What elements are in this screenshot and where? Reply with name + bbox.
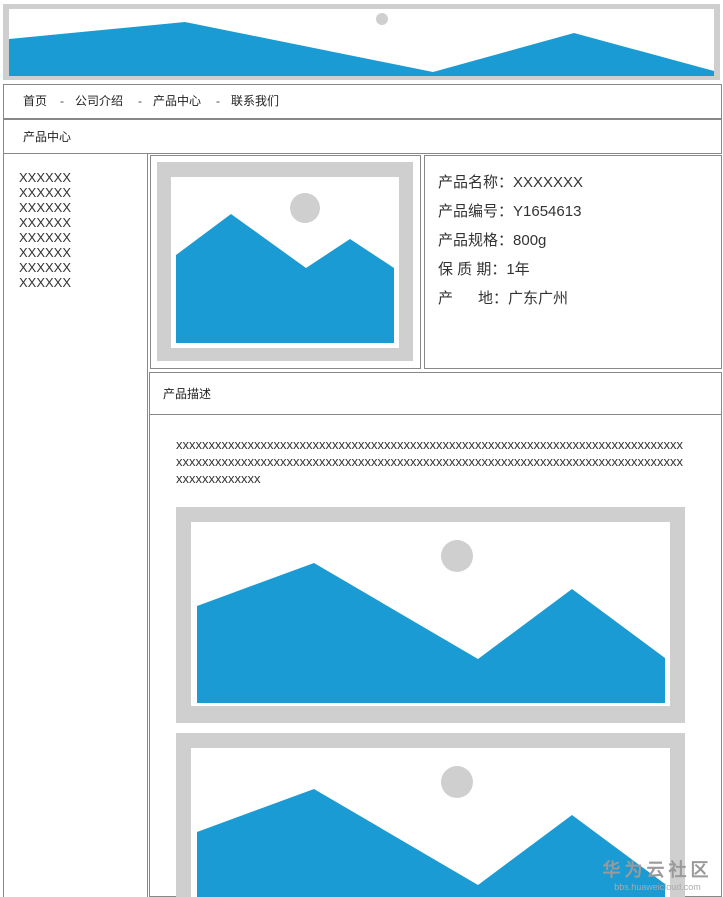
breadcrumb-label[interactable]: 产品中心	[23, 120, 71, 154]
nav-about[interactable]: 公司介绍	[75, 85, 123, 118]
sidebar-item[interactable]: XXXXXX	[19, 260, 71, 275]
product-code-label: 产品编号：	[438, 203, 514, 220]
product-spec-value: 800g	[513, 232, 547, 249]
product-origin-row: 产 地：广东广州	[438, 287, 568, 308]
nav-separator: -	[60, 94, 64, 108]
product-shelf-row: 保 质 期：1年	[438, 258, 530, 279]
nav-separator: -	[138, 94, 142, 108]
sidebar-item[interactable]: XXXXXX	[19, 215, 71, 230]
product-code-row: 产品编号：Y1654613	[438, 200, 581, 221]
banner-image	[3, 4, 720, 80]
nav-contact[interactable]: 联系我们	[231, 85, 279, 118]
sidebar-item[interactable]: XXXXXX	[19, 275, 71, 290]
product-image-placeholder-icon	[171, 177, 399, 348]
product-spec-label: 产品规格：	[438, 232, 514, 249]
description-header: 产品描述	[149, 372, 722, 415]
sidebar-item[interactable]: XXXXXX	[19, 200, 71, 215]
description-text: xxxxxxxxxxxxxxxxxxxxxxxxxxxxxxxxxxxxxxxx…	[176, 437, 683, 486]
sidebar-item[interactable]: XXXXXX	[19, 170, 71, 185]
product-origin-value: 广东广州	[508, 290, 569, 307]
description-image-placeholder-icon	[191, 748, 670, 897]
product-name-value: XXXXXXX	[513, 174, 584, 191]
top-nav: 首页 - 公司介绍 - 产品中心 - 联系我们	[3, 84, 722, 119]
nav-separator: -	[216, 94, 220, 108]
product-info-panel: 产品名称：XXXXXXX 产品编号：Y1654613 产品规格：800g 保 质…	[424, 155, 722, 369]
product-name-label: 产品名称：	[438, 174, 514, 191]
product-code-value: Y1654613	[513, 203, 582, 220]
description-image-placeholder-icon	[191, 522, 670, 706]
description-title: 产品描述	[163, 387, 212, 401]
sidebar-item[interactable]: XXXXXX	[19, 185, 71, 200]
watermark: 华为云社区 bbs.huaweicloud.com	[600, 856, 715, 892]
watermark-title: 华为云社区	[602, 860, 713, 880]
product-origin-label: 产 地：	[438, 290, 509, 307]
banner-image-placeholder	[9, 9, 714, 76]
watermark-url: bbs.huaweicloud.com	[614, 882, 701, 892]
product-name-row: 产品名称：XXXXXXX	[438, 171, 583, 192]
sidebar-list: XXXXXX XXXXXX XXXXXX XXXXXX XXXXXX XXXXX…	[19, 170, 71, 290]
nav-products[interactable]: 产品中心	[153, 85, 201, 118]
nav-home[interactable]: 首页	[23, 85, 47, 118]
product-spec-row: 产品规格：800g	[438, 229, 546, 250]
product-shelf-label: 保 质 期：	[438, 261, 507, 278]
sidebar-item[interactable]: XXXXXX	[19, 230, 71, 245]
product-shelf-value: 1年	[506, 261, 530, 278]
sidebar-item[interactable]: XXXXXX	[19, 245, 71, 260]
breadcrumb: 产品中心	[3, 119, 722, 154]
sidebar: XXXXXX XXXXXX XXXXXX XXXXXX XXXXXX XXXXX…	[3, 154, 148, 897]
